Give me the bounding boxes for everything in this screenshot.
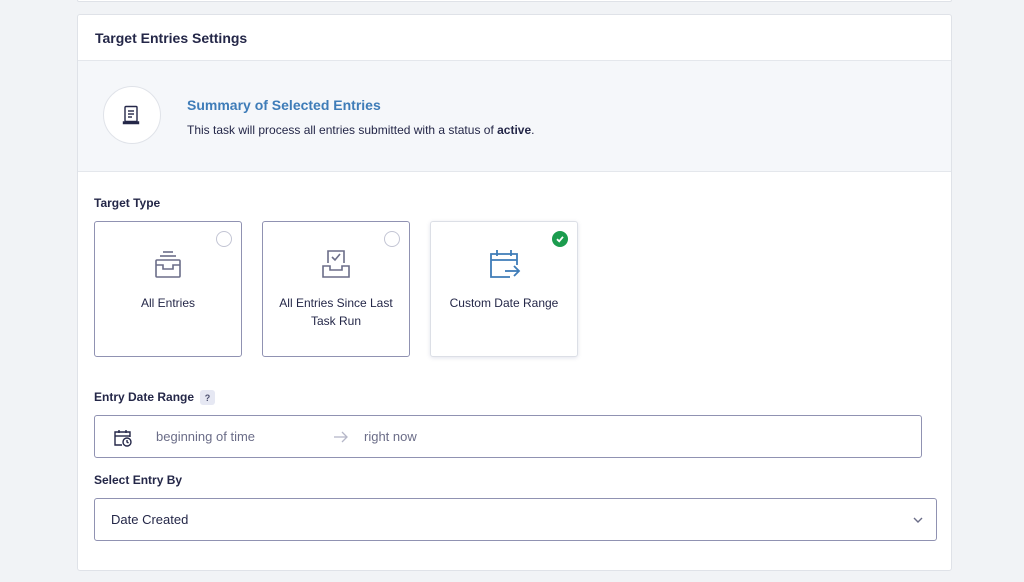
chevron-down-icon — [913, 517, 923, 523]
card-label: Custom Date Range — [449, 296, 559, 310]
summary-text-suffix: . — [531, 123, 535, 137]
radio-unselected[interactable] — [216, 231, 232, 247]
target-type-options: All Entries All Entries Since Last Task … — [94, 221, 578, 357]
calendar-clock-icon — [114, 430, 132, 447]
inbox-check-icon — [318, 246, 354, 282]
summary-icon-circle — [103, 86, 161, 144]
target-type-label: Target Type — [94, 196, 161, 210]
check-circle-icon — [552, 231, 568, 247]
date-range-picker[interactable]: beginning of time right now — [94, 415, 922, 458]
selected-value: Date Created — [111, 512, 189, 527]
summary-title: Summary of Selected Entries — [187, 97, 381, 113]
target-type-all-entries[interactable]: All Entries — [94, 221, 242, 357]
select-entry-by-label: Select Entry By — [94, 473, 183, 487]
date-range-label-text: Entry Date Range — [94, 390, 195, 404]
arrow-right-icon — [334, 431, 348, 443]
target-entries-panel: Target Entries Settings Summary of Selec… — [77, 14, 952, 571]
status-value: active — [497, 123, 532, 137]
inbox-tray-icon — [150, 246, 186, 282]
select-entry-by-dropdown[interactable]: Date Created — [94, 498, 937, 541]
card-label: All Entries — [140, 296, 196, 310]
summary-text-prefix: This task will process all entries submi… — [187, 123, 498, 137]
summary-description: This task will process all entries submi… — [187, 123, 535, 137]
document-list-icon — [122, 105, 140, 125]
start-date-input[interactable]: beginning of time — [156, 429, 255, 444]
summary-box: Summary of Selected Entries This task wi… — [78, 61, 951, 172]
help-icon[interactable]: ? — [200, 390, 216, 406]
radio-unselected[interactable] — [384, 231, 400, 247]
panel-title: Target Entries Settings — [78, 15, 951, 61]
end-date-input[interactable]: right now — [364, 429, 417, 444]
entry-date-range-label: Entry Date Range? — [94, 390, 216, 406]
target-type-since-last-run[interactable]: All Entries Since Last Task Run — [262, 221, 410, 357]
card-label: All Entries Since Last Task Run — [279, 296, 393, 328]
calendar-arrow-icon — [486, 246, 522, 282]
target-type-custom-date-range[interactable]: Custom Date Range — [430, 221, 578, 357]
previous-panel-edge — [77, 0, 952, 2]
